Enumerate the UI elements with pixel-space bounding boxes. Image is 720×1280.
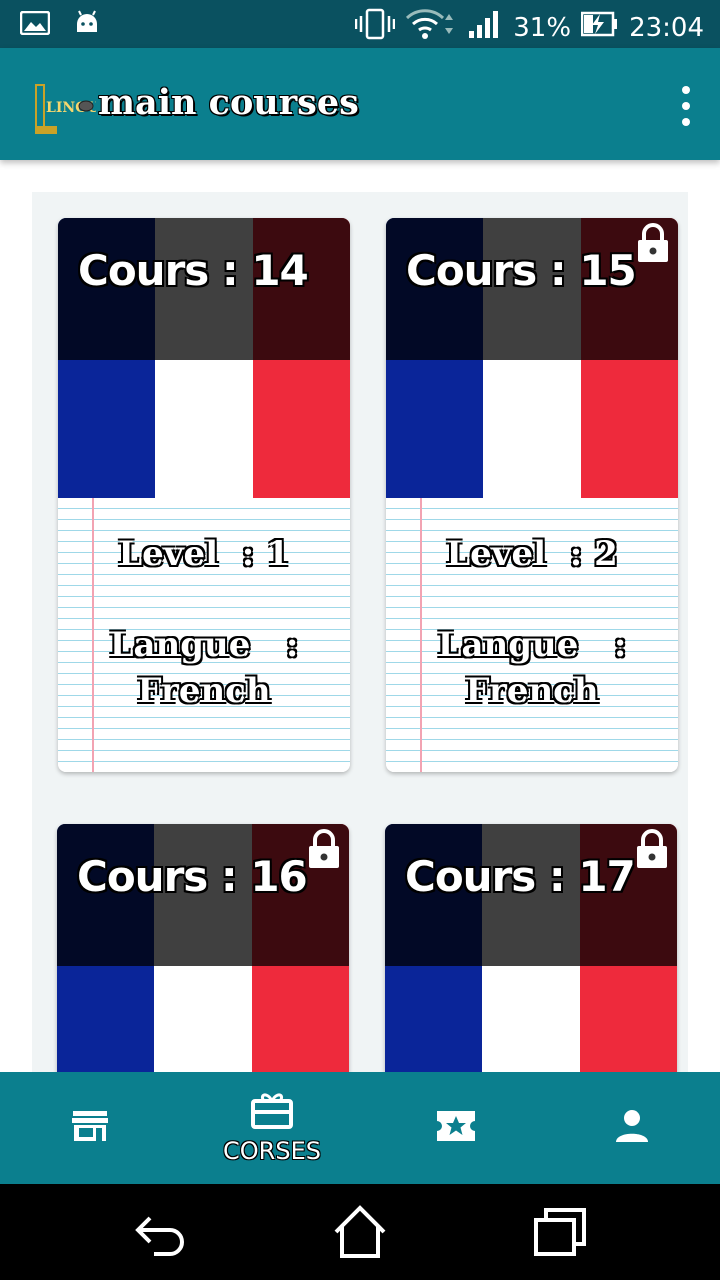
course-details: Level : 2 Langue : French <box>386 498 678 772</box>
language-label: Langue : <box>437 625 627 665</box>
recent-apps-icon[interactable] <box>530 1204 590 1260</box>
course-title: Cours : 14 <box>78 246 309 295</box>
course-card[interactable]: Cours : 14 Level : 1 Langue : French <box>58 218 350 772</box>
course-title: Cours : 16 <box>77 852 308 901</box>
course-grid: Cours : 14 Level : 1 Langue : French Cour… <box>32 192 688 1072</box>
system-navigation-bar <box>0 1184 720 1280</box>
battery-charging-icon <box>580 11 619 44</box>
page-title: main courses <box>98 82 359 123</box>
battery-percent: 31% <box>513 12 572 43</box>
lock-icon <box>636 222 670 264</box>
course-card[interactable]: Cours : 16 <box>57 824 349 1072</box>
home-icon[interactable] <box>330 1204 390 1260</box>
status-bar: 31% 23:04 <box>0 0 720 48</box>
gift-card-icon <box>251 1091 293 1133</box>
store-icon <box>71 1109 109 1147</box>
course-level: Level : 1 <box>118 534 290 574</box>
course-list: Cours : 14 Level : 1 Langue : French Cour… <box>0 160 720 1072</box>
bottom-navigation: CORSES <box>0 1072 720 1184</box>
lock-icon <box>307 828 341 870</box>
nav-corses[interactable]: CORSES <box>182 1072 362 1184</box>
image-icon <box>19 10 51 39</box>
lock-icon <box>635 828 669 870</box>
app-logo: LINGUED <box>34 80 122 136</box>
person-icon <box>614 1109 650 1147</box>
language-value: French <box>465 671 599 711</box>
course-language: Langue : French <box>386 622 678 714</box>
nav-profile[interactable] <box>542 1072 720 1184</box>
course-title: Cours : 15 <box>406 246 637 295</box>
course-language: Langue : French <box>58 622 350 714</box>
nav-favorites[interactable] <box>366 1072 546 1184</box>
star-ticket-icon <box>435 1109 477 1147</box>
course-details: Level : 1 Langue : French <box>58 498 350 772</box>
course-card[interactable]: Cours : 17 <box>385 824 677 1072</box>
course-title: Cours : 17 <box>405 852 636 901</box>
language-label: Langue : <box>109 625 299 665</box>
more-vert-icon[interactable] <box>678 86 694 126</box>
wifi-icon <box>405 8 457 47</box>
back-icon[interactable] <box>130 1204 190 1260</box>
language-value: French <box>137 671 271 711</box>
nav-store[interactable] <box>0 1072 180 1184</box>
course-card[interactable]: Cours : 15 Level : 2 Langue : French <box>386 218 678 772</box>
nav-corses-label: CORSES <box>223 1137 321 1165</box>
vibrate-icon <box>355 8 396 47</box>
clock: 23:04 <box>629 12 704 43</box>
android-icon <box>74 10 100 40</box>
app-bar: LINGUED main courses <box>0 48 720 160</box>
course-level: Level : 2 <box>446 534 618 574</box>
signal-icon <box>467 9 503 46</box>
